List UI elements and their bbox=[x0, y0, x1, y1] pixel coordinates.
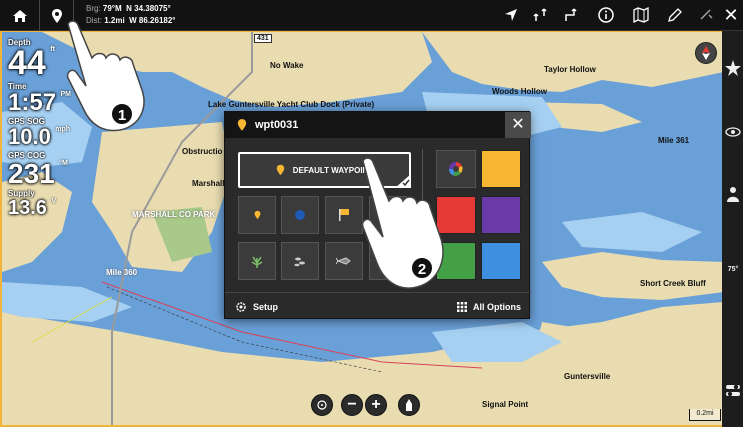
map-icon[interactable] bbox=[632, 6, 650, 24]
all-options-button[interactable]: All Options bbox=[457, 299, 521, 315]
map-label-no-wake: No Wake bbox=[270, 61, 304, 70]
symbol-weed-button[interactable] bbox=[238, 242, 276, 280]
flag-icon bbox=[339, 209, 349, 221]
settings-icon[interactable] bbox=[697, 6, 715, 24]
map-label-yacht-club: Lake Guntersville Yacht Club Dock (Priva… bbox=[208, 100, 375, 109]
map-label-woods-hollow: Woods Hollow bbox=[492, 87, 547, 96]
map-label-mile-361: Mile 361 bbox=[658, 136, 690, 145]
hand-pointer-2 bbox=[361, 157, 444, 289]
sog-value: 10.0 bbox=[8, 124, 51, 149]
callout-2: 2 bbox=[410, 256, 434, 280]
route-icon[interactable] bbox=[532, 6, 550, 24]
latitude: N 34.38075° bbox=[126, 4, 171, 13]
all-options-label: All Options bbox=[473, 302, 521, 312]
map-label-signal-point: Signal Point bbox=[482, 400, 529, 409]
right-sidebar: 75° bbox=[722, 31, 743, 427]
zoom-out-button[interactable]: − bbox=[341, 394, 363, 416]
waypoint-icon bbox=[276, 164, 285, 176]
compass-icon bbox=[702, 46, 710, 60]
boat-icon bbox=[406, 399, 412, 411]
weed-icon bbox=[251, 256, 263, 268]
zoom-in-button[interactable]: + bbox=[365, 394, 387, 416]
setup-button[interactable]: Setup bbox=[235, 299, 278, 315]
fish-single-icon bbox=[336, 257, 351, 265]
navigate-icon[interactable] bbox=[502, 6, 520, 24]
toggle-icon[interactable] bbox=[724, 381, 742, 399]
boat-position-button[interactable] bbox=[398, 394, 420, 416]
gear-icon bbox=[236, 302, 246, 312]
person-icon[interactable] bbox=[724, 185, 742, 203]
edit-icon[interactable] bbox=[666, 6, 684, 24]
symbol-circle-button[interactable] bbox=[281, 196, 319, 234]
waypoint-pin-icon bbox=[237, 119, 247, 131]
screen: No Wake Taylor Hollow Woods Hollow Lake … bbox=[0, 0, 743, 427]
color-swatch-blue[interactable] bbox=[481, 242, 521, 280]
eye-icon[interactable] bbox=[724, 123, 742, 141]
time-value: 1:57 bbox=[8, 89, 57, 116]
setup-label: Setup bbox=[253, 302, 279, 312]
map-label-taylor-hollow: Taylor Hollow bbox=[544, 65, 596, 74]
crosshair-icon bbox=[317, 400, 327, 410]
map-label-mile-360: Mile 360 bbox=[106, 268, 138, 277]
recenter-button[interactable] bbox=[311, 394, 333, 416]
cog-value: 231 bbox=[8, 158, 55, 189]
map-label-marshall-park: MARSHALL CO PARK bbox=[132, 210, 216, 219]
color-swatch-purple[interactable] bbox=[481, 196, 521, 234]
brg-label: Brg: bbox=[86, 4, 101, 13]
map-label-marshall: Marshall bbox=[192, 179, 225, 188]
brg-value: 79°M bbox=[102, 4, 122, 13]
depth-unit: ft bbox=[50, 46, 55, 53]
star-icon[interactable] bbox=[724, 59, 742, 77]
temperature-badge: 75° bbox=[727, 266, 739, 273]
compass-button[interactable] bbox=[695, 42, 717, 64]
scale-bar: 0.2mi bbox=[689, 409, 721, 421]
color-swatch-yellow[interactable] bbox=[481, 150, 521, 188]
small-pin-icon bbox=[254, 210, 260, 220]
dialog-header: wpt0031 ✕ bbox=[225, 112, 531, 138]
supply-value: 13.6 bbox=[8, 197, 47, 219]
info-icon[interactable] bbox=[597, 6, 615, 24]
close-button[interactable]: ✕ bbox=[721, 4, 741, 26]
map-label-obstruction: Obstructio bbox=[182, 147, 223, 156]
depth-value: 44 bbox=[8, 44, 46, 82]
symbol-small-pin-button[interactable] bbox=[238, 196, 276, 234]
home-icon bbox=[12, 9, 27, 22]
fish-icon bbox=[294, 257, 305, 267]
home-button[interactable] bbox=[0, 0, 40, 31]
circle-icon bbox=[295, 210, 305, 220]
cog-unit: °M bbox=[59, 160, 68, 167]
map-label-guntersville: Guntersville bbox=[564, 372, 611, 381]
supply-unit: V bbox=[51, 198, 57, 205]
symbol-fish-school-button[interactable] bbox=[281, 242, 319, 280]
map-marker-431: 431 bbox=[254, 34, 272, 43]
dialog-title: wpt0031 bbox=[255, 119, 299, 131]
track-icon[interactable] bbox=[562, 6, 580, 24]
map-label-short-creek-bluff: Short Creek Bluff bbox=[640, 279, 706, 288]
callout-1: 1 bbox=[110, 102, 134, 126]
dialog-close-button[interactable]: ✕ bbox=[505, 112, 531, 138]
